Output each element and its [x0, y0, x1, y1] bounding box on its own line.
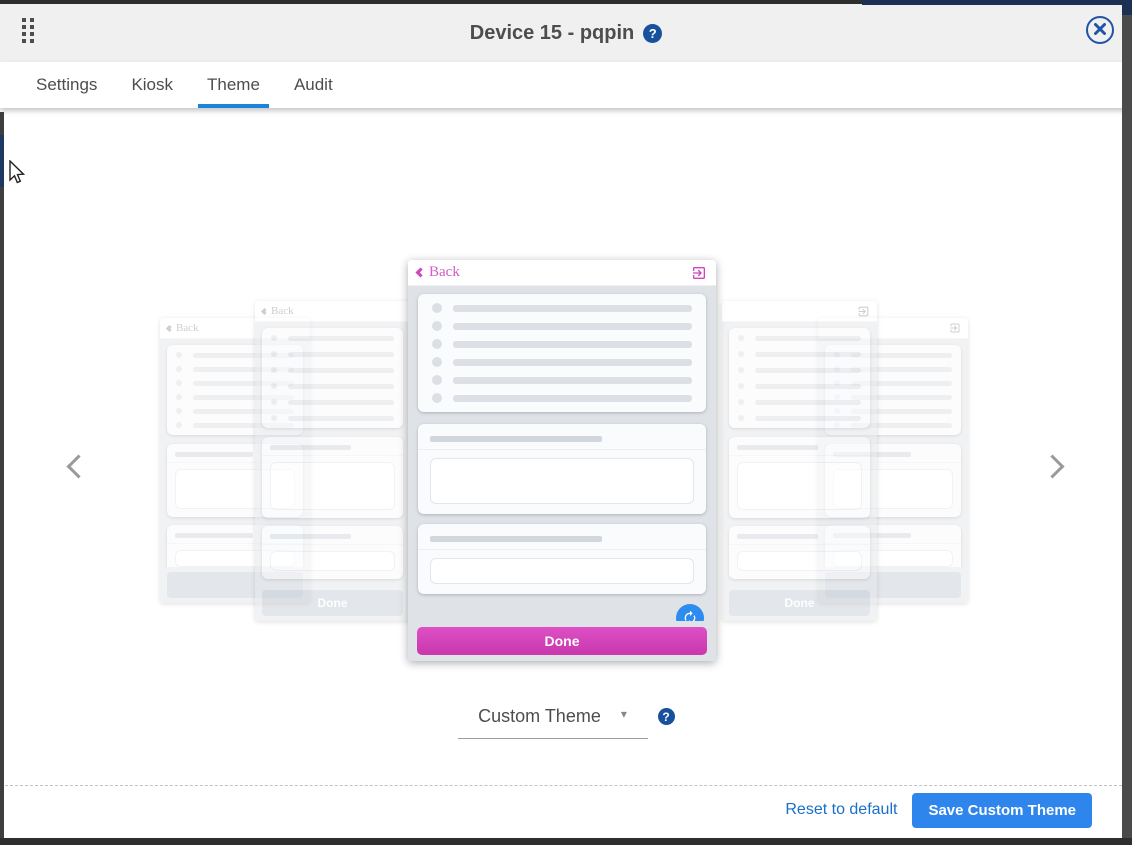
tab-settings[interactable]: Settings [27, 62, 106, 108]
page-edge-left [0, 112, 4, 845]
save-custom-theme-button[interactable]: Save Custom Theme [912, 793, 1092, 828]
theme-select-value: Custom Theme [478, 706, 601, 727]
tab-kiosk[interactable]: Kiosk [122, 62, 182, 108]
theme-preview-mid-left[interactable]: Back Done [255, 301, 410, 621]
device-theme-modal: Device 15 - pqpin ? Settings Kiosk Theme… [0, 0, 1132, 845]
back-link: Back [262, 305, 294, 317]
back-link: Back [417, 264, 460, 281]
chevron-left-icon [261, 307, 268, 314]
carousel-next-button[interactable] [1038, 446, 1074, 490]
modal-header: Device 15 - pqpin ? [0, 4, 1132, 62]
reset-to-default-link[interactable]: Reset to default [785, 801, 897, 819]
mouse-cursor [8, 160, 26, 191]
page-title: Device 15 - pqpin [470, 22, 635, 45]
close-icon [1093, 22, 1107, 39]
chevron-left-icon [66, 454, 90, 478]
done-button-preview: Done [417, 627, 707, 655]
theme-select[interactable]: Custom Theme ▾ [458, 704, 648, 739]
chevron-right-icon [1040, 454, 1064, 478]
title-help-icon[interactable]: ? [643, 24, 662, 43]
sign-in-icon [949, 322, 961, 334]
theme-preview-mid-right[interactable]: Back Done [722, 301, 877, 621]
back-link: Back [167, 322, 199, 334]
chevron-left-icon [166, 324, 173, 331]
page-edge-left-navy [0, 135, 4, 187]
tab-theme[interactable]: Theme [198, 62, 269, 108]
page-edge-top-navy [862, 0, 1132, 5]
sign-in-icon [691, 265, 707, 281]
drag-handle-icon[interactable] [22, 18, 35, 43]
chevron-down-icon: ▾ [621, 707, 627, 721]
carousel-prev-button[interactable] [56, 446, 92, 490]
done-button-preview: Done [729, 590, 870, 616]
close-button[interactable] [1086, 16, 1114, 44]
page-edge-bottom [0, 838, 1132, 845]
tab-bar: Settings Kiosk Theme Audit [0, 62, 1132, 108]
page-edge-right [1122, 0, 1132, 845]
page-edge-right-navy [1122, 0, 1132, 15]
sign-in-icon [857, 305, 870, 318]
refresh-icon [676, 604, 704, 621]
theme-help-icon[interactable]: ? [658, 708, 675, 725]
theme-preview-current: Back Done [408, 260, 716, 661]
modal-footer: Reset to default Save Custom Theme [0, 785, 1122, 838]
done-button-preview: Done [262, 590, 403, 616]
tab-audit[interactable]: Audit [285, 62, 342, 108]
chevron-left-icon [416, 268, 426, 278]
theme-tab-content: Back Back Done Back [0, 108, 1132, 785]
